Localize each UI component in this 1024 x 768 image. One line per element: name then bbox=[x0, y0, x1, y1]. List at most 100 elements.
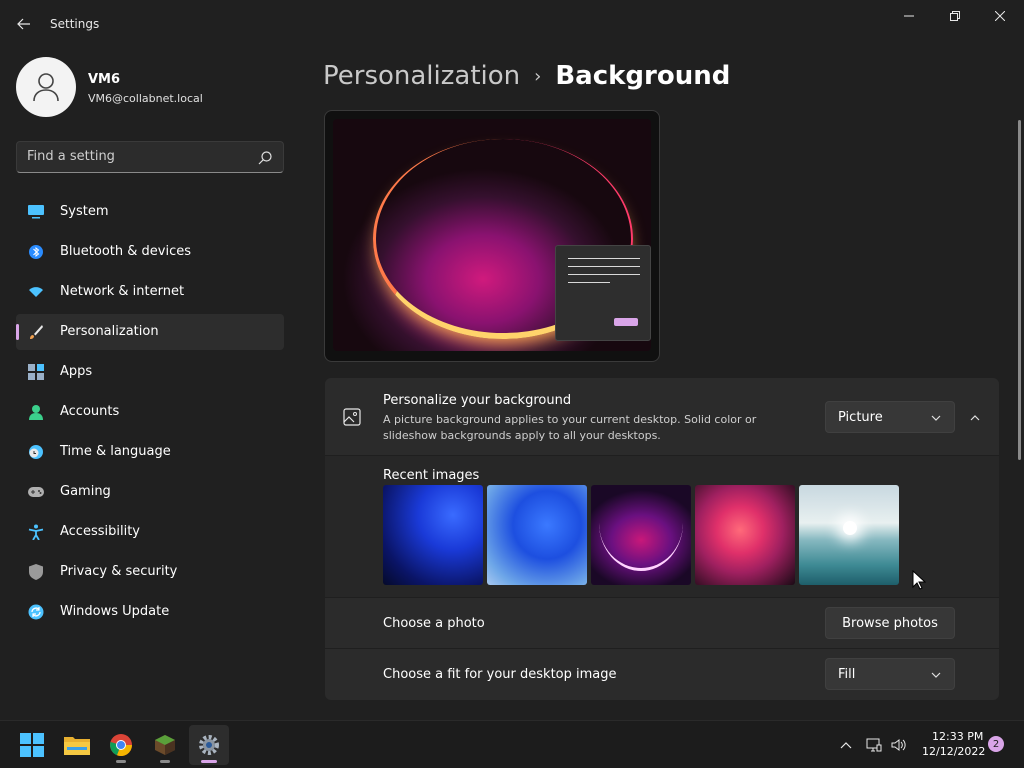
taskbar-date[interactable]: 12/12/2022 bbox=[922, 745, 985, 758]
user-email: VM6@collabnet.local bbox=[88, 92, 203, 105]
fit-row: Choose a fit for your desktop image Fill bbox=[325, 649, 999, 700]
user-icon bbox=[33, 73, 59, 102]
update-icon bbox=[28, 604, 44, 620]
preview-text-line bbox=[568, 266, 640, 267]
recent-image-4[interactable] bbox=[695, 485, 795, 585]
gamepad-icon bbox=[28, 484, 44, 500]
tray-volume-button[interactable] bbox=[891, 737, 907, 753]
chevron-up-icon bbox=[970, 415, 980, 421]
tray-overflow-button[interactable] bbox=[838, 737, 854, 753]
system-icon bbox=[28, 204, 44, 220]
maximize-button[interactable] bbox=[933, 4, 977, 28]
image-glow-arc bbox=[599, 485, 683, 571]
shield-icon bbox=[28, 564, 44, 580]
recent-image-5[interactable] bbox=[799, 485, 899, 585]
close-button[interactable] bbox=[978, 4, 1022, 28]
sidebar-item-label: Privacy & security bbox=[60, 564, 178, 579]
gear-icon bbox=[199, 735, 219, 755]
sidebar-item-label: Windows Update bbox=[60, 604, 170, 619]
sidebar-item-label: Network & internet bbox=[60, 284, 185, 299]
start-button[interactable] bbox=[12, 725, 52, 765]
sidebar-item-gaming[interactable]: Gaming bbox=[16, 474, 284, 510]
sidebar-nav: System Bluetooth & devices Network & int… bbox=[16, 194, 284, 634]
fit-label: Choose a fit for your desktop image bbox=[383, 667, 617, 682]
avatar[interactable] bbox=[16, 57, 76, 117]
sidebar-item-accessibility[interactable]: Accessibility bbox=[16, 514, 284, 550]
fit-dropdown[interactable]: Fill bbox=[825, 658, 955, 690]
scrollbar[interactable] bbox=[1018, 120, 1021, 460]
apps-icon bbox=[28, 364, 44, 380]
taskbar-time[interactable]: 12:33 PM bbox=[932, 730, 983, 743]
accessibility-icon bbox=[28, 524, 44, 540]
picture-icon bbox=[343, 408, 361, 426]
taskbar-chrome[interactable] bbox=[101, 725, 141, 765]
preview-accent-button bbox=[614, 318, 638, 326]
search-icon bbox=[258, 151, 272, 165]
background-settings-card: Personalize your background A picture ba… bbox=[325, 378, 999, 700]
background-description: A picture background applies to your cur… bbox=[383, 413, 757, 442]
personalize-background-row: Personalize your background A picture ba… bbox=[325, 378, 999, 456]
search-input[interactable] bbox=[27, 149, 247, 164]
back-arrow-icon bbox=[17, 18, 30, 30]
sidebar-item-system[interactable]: System bbox=[16, 194, 284, 230]
choose-photo-row: Choose a photo Browse photos bbox=[325, 598, 999, 649]
breadcrumb: Personalization › Background bbox=[323, 58, 730, 94]
bluetooth-icon bbox=[28, 244, 44, 260]
sidebar-item-apps[interactable]: Apps bbox=[16, 354, 284, 390]
sidebar-item-label: Apps bbox=[60, 364, 93, 379]
preview-text-line bbox=[568, 258, 640, 259]
breadcrumb-parent[interactable]: Personalization bbox=[323, 61, 520, 91]
mouse-cursor-icon bbox=[912, 570, 926, 590]
sidebar-item-personalization[interactable]: Personalization bbox=[16, 314, 284, 350]
sidebar-item-accounts[interactable]: Accounts bbox=[16, 394, 284, 430]
notification-badge[interactable]: 2 bbox=[988, 736, 1004, 752]
sidebar-item-network[interactable]: Network & internet bbox=[16, 274, 284, 310]
sidebar-item-windows-update[interactable]: Windows Update bbox=[16, 594, 284, 630]
chevron-down-icon bbox=[931, 672, 941, 678]
recent-image-2[interactable] bbox=[487, 485, 587, 585]
tray-network-button[interactable] bbox=[866, 737, 882, 753]
search-box[interactable] bbox=[16, 141, 284, 173]
sidebar-item-label: Time & language bbox=[60, 444, 171, 459]
background-type-value: Picture bbox=[838, 410, 883, 425]
taskbar-minecraft[interactable] bbox=[145, 725, 185, 765]
network-icon bbox=[866, 738, 882, 752]
recent-images-list bbox=[383, 485, 903, 585]
sidebar-item-label: Accessibility bbox=[60, 524, 140, 539]
sidebar-item-label: Accounts bbox=[60, 404, 120, 419]
sidebar-item-label: Personalization bbox=[60, 324, 159, 339]
minimize-button[interactable] bbox=[887, 4, 931, 28]
accounts-icon bbox=[28, 404, 44, 420]
active-indicator bbox=[201, 760, 217, 763]
collapse-button[interactable] bbox=[963, 406, 987, 430]
recent-image-1[interactable] bbox=[383, 485, 483, 585]
minimize-icon bbox=[904, 15, 914, 17]
taskbar-file-explorer[interactable] bbox=[57, 725, 97, 765]
user-name: VM6 bbox=[88, 72, 121, 87]
sidebar-item-privacy-security[interactable]: Privacy & security bbox=[16, 554, 284, 590]
recent-image-3[interactable] bbox=[591, 485, 691, 585]
wifi-icon bbox=[28, 284, 44, 300]
sidebar-item-label: System bbox=[60, 204, 109, 219]
chevron-down-icon bbox=[931, 415, 941, 421]
sidebar-item-bluetooth[interactable]: Bluetooth & devices bbox=[16, 234, 284, 270]
clock-globe-icon bbox=[28, 444, 44, 460]
preview-text-line bbox=[568, 282, 610, 283]
preview-text-line bbox=[568, 274, 640, 275]
recent-images-label: Recent images bbox=[383, 468, 480, 483]
paintbrush-icon bbox=[28, 324, 44, 340]
background-type-dropdown[interactable]: Picture bbox=[825, 401, 955, 433]
back-button[interactable] bbox=[10, 10, 38, 38]
image-sun bbox=[843, 521, 857, 535]
chevron-up-icon bbox=[840, 742, 852, 749]
sidebar-item-time-language[interactable]: Time & language bbox=[16, 434, 284, 470]
browse-photos-button[interactable]: Browse photos bbox=[825, 607, 955, 639]
preview-window bbox=[555, 245, 651, 341]
close-icon bbox=[995, 11, 1005, 21]
taskbar bbox=[0, 720, 1024, 768]
title-bar: Settings bbox=[0, 0, 1024, 48]
background-title: Personalize your background bbox=[383, 393, 572, 408]
preview-wallpaper bbox=[333, 119, 651, 351]
sidebar-item-label: Gaming bbox=[60, 484, 111, 499]
taskbar-settings[interactable] bbox=[189, 725, 229, 765]
